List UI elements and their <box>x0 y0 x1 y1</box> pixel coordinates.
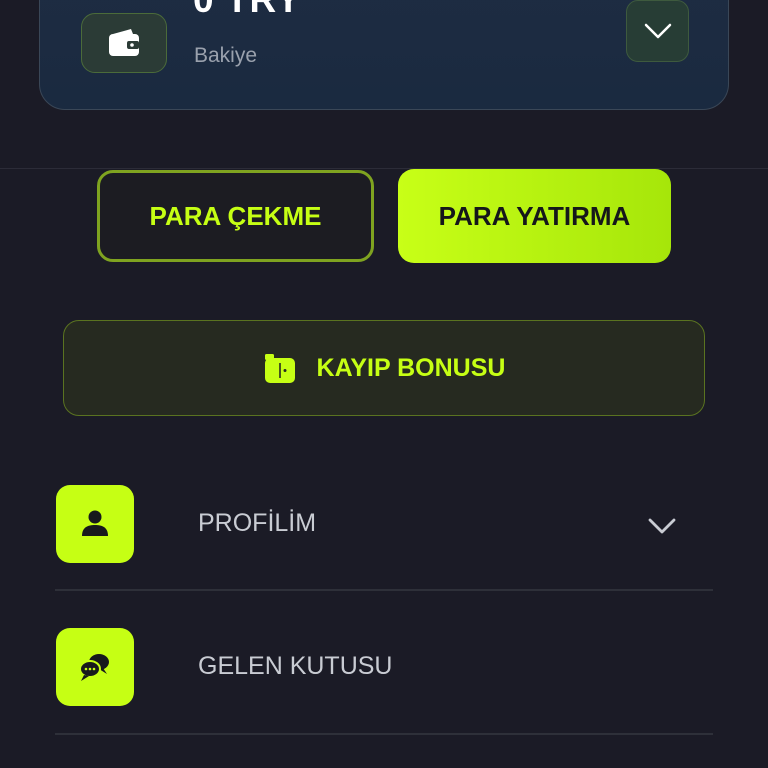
balance-amount: 0 TRY <box>193 0 301 18</box>
chat-bubbles-icon <box>79 654 109 681</box>
chevron-down-icon[interactable] <box>645 509 679 543</box>
menu-item-inbox[interactable]: GELEN KUTUSU <box>55 628 713 716</box>
wallet-icon <box>109 29 139 56</box>
chevron-down-icon <box>644 23 671 39</box>
loss-bonus-label: KAYIP BONUSU <box>316 353 506 382</box>
balance-toggle-button[interactable] <box>626 0 689 62</box>
loss-bonus-button[interactable]: KAYIP BONUSU <box>63 320 705 416</box>
menu-divider <box>55 589 713 591</box>
wallet-icon-box <box>81 13 167 73</box>
menu-divider <box>55 733 713 735</box>
gift-card-icon <box>264 354 295 383</box>
menu-icon-box <box>56 485 134 563</box>
menu-item-label: PROFİLİM <box>198 509 317 537</box>
menu-item-profile[interactable]: PROFİLİM <box>55 485 713 573</box>
user-icon <box>82 510 108 536</box>
deposit-button[interactable]: PARA YATIRMA <box>398 169 671 263</box>
balance-label: Bakiye <box>194 44 258 67</box>
menu-item-label: GELEN KUTUSU <box>198 652 393 680</box>
balance-card: 0 TRY Bakiye <box>39 0 729 110</box>
menu-icon-box <box>56 628 134 706</box>
withdraw-button[interactable]: PARA ÇEKME <box>97 170 374 262</box>
